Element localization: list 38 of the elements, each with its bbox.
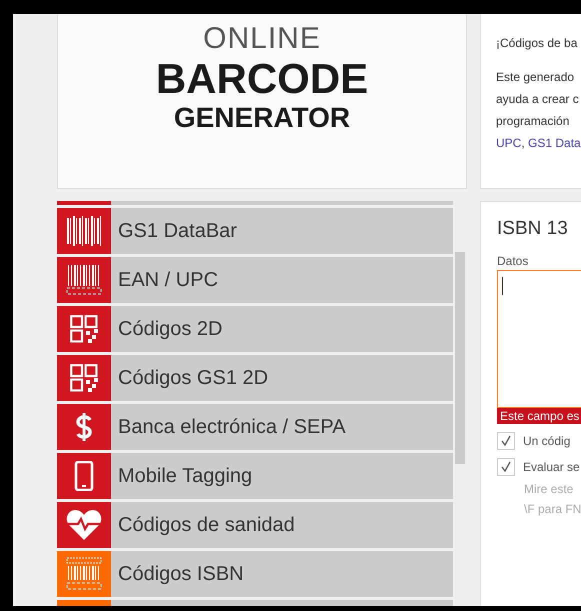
barcode-icon <box>66 557 102 591</box>
sidebar-item[interactable]: GS1 DataBar <box>57 208 453 254</box>
form-title: ISBN 13 <box>497 218 569 240</box>
barcode-icon <box>66 265 102 295</box>
link[interactable]: UPC <box>496 132 522 154</box>
dollar-icon <box>74 412 94 442</box>
help-text: Mire este <box>524 482 574 496</box>
field-label: Datos <box>497 254 530 268</box>
intro-text: ¡Códigos de ba <box>496 36 578 50</box>
scrollbar-thumb[interactable] <box>455 252 465 464</box>
checkbox[interactable] <box>497 432 515 450</box>
logo-text: BARCODE <box>156 56 368 102</box>
logo-text: ONLINE <box>203 22 321 56</box>
link[interactable]: GS1 Data <box>528 132 581 154</box>
checkmark-icon <box>500 435 512 447</box>
qr-code-icon <box>70 364 98 392</box>
intro-text: Este generado <box>496 69 576 86</box>
sidebar-item[interactable]: Banca electrónica / SEPA <box>57 404 453 450</box>
phone-icon <box>74 461 94 491</box>
help-text: \F para FN <box>524 502 581 516</box>
sidebar-item[interactable]: Códigos 2D <box>57 306 453 352</box>
checkbox[interactable] <box>497 458 515 476</box>
intro-text: programación <box>496 113 570 130</box>
sidebar-item[interactable]: EAN / UPC <box>57 257 453 303</box>
checkbox-label: Un códig <box>523 434 570 448</box>
sidebar-item[interactable]: Códigos de sanidad <box>57 502 453 548</box>
separator-text: , <box>521 135 526 152</box>
qr-code-icon <box>70 315 98 343</box>
sidebar-item[interactable]: Mobile Tagging <box>57 453 453 499</box>
intro-text: ayuda a crear c <box>496 91 580 108</box>
checkmark-icon <box>500 461 512 473</box>
logo-text: GENERATOR <box>174 102 350 134</box>
error-message: Este campo es <box>497 408 581 424</box>
sidebar-item[interactable]: Códigos ISBN <box>57 551 453 597</box>
heart-icon <box>66 509 102 541</box>
barcode-icon <box>66 216 102 246</box>
sidebar-item[interactable]: Códigos GS1 2D <box>57 355 453 401</box>
checkbox-label: Evaluar se <box>523 460 580 474</box>
